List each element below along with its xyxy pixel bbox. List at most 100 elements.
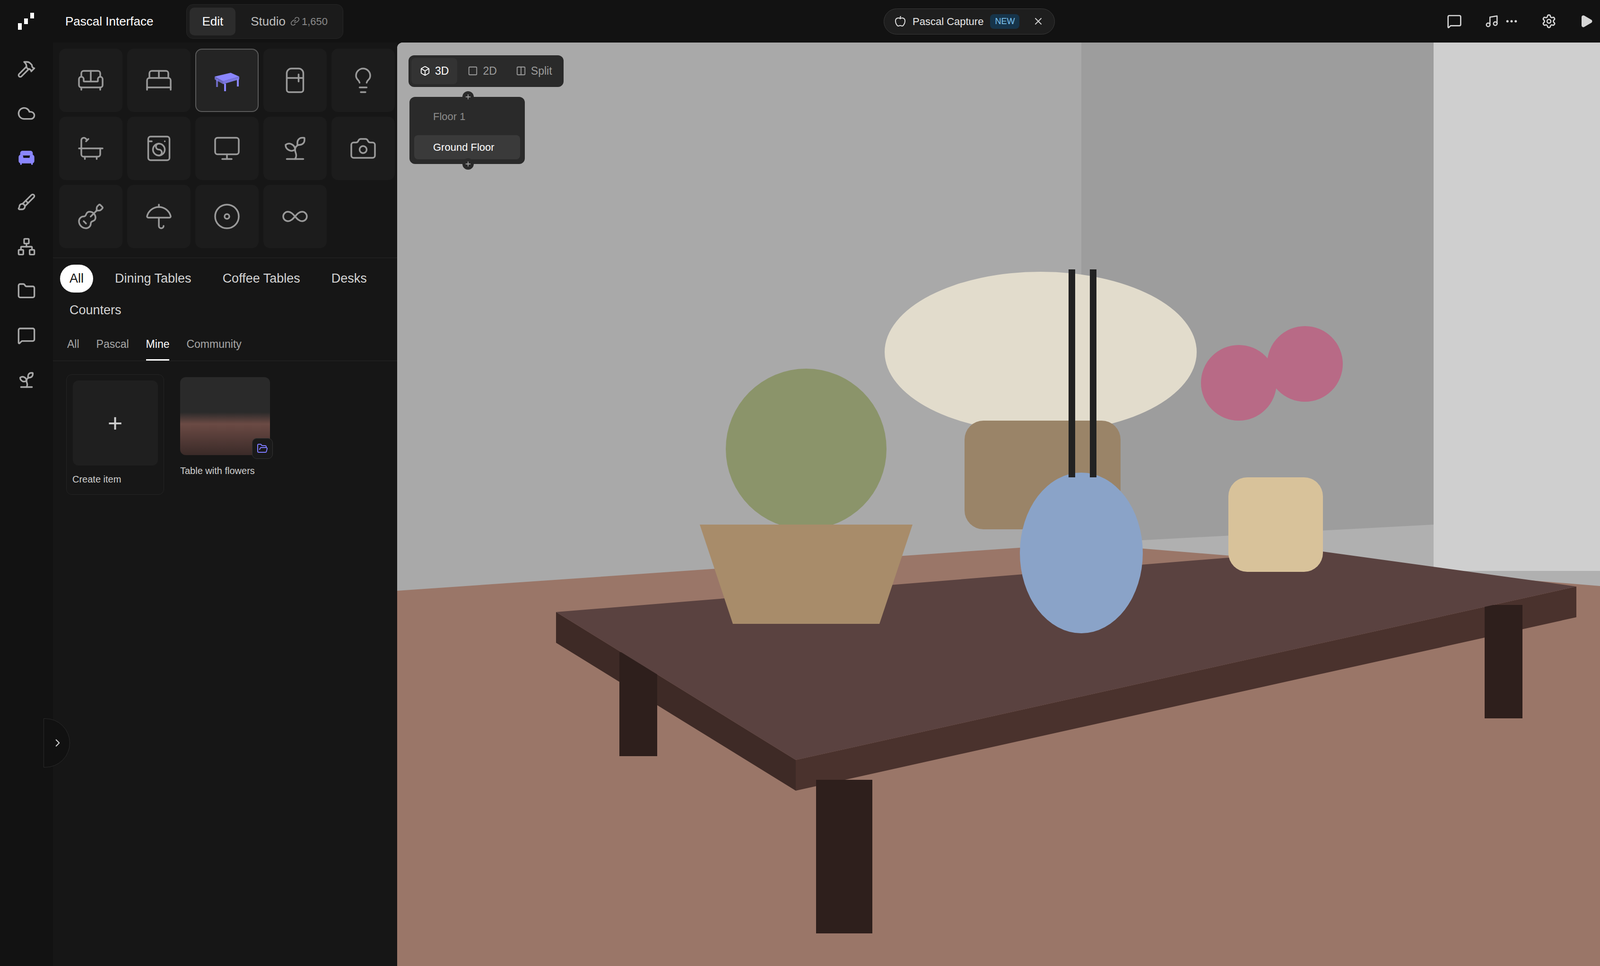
rail-item[interactable] <box>12 100 41 127</box>
catalog-tile[interactable] <box>127 184 191 249</box>
close-icon[interactable] <box>1032 15 1044 27</box>
hammer-icon <box>17 59 36 79</box>
top-left: Pascal Interface EditStudio1,650 <box>0 4 884 39</box>
studio-count: 1,650 <box>290 13 328 30</box>
mode-tab[interactable]: Edit <box>189 7 236 36</box>
catalog-tile[interactable] <box>195 184 259 249</box>
catalog-tile[interactable] <box>331 116 395 181</box>
network-icon <box>17 237 36 257</box>
link-icon <box>290 16 300 27</box>
floor-item[interactable]: Floor 1 <box>414 104 521 129</box>
apple-icon <box>894 15 906 27</box>
category-tabs: All Dining Tables Coffee Tables Desks Counte… <box>52 257 398 330</box>
catalog-tile[interactable] <box>127 116 191 181</box>
catalog-tile[interactable] <box>195 116 259 181</box>
catalog-tile[interactable] <box>59 116 123 181</box>
app-window: Pascal Interface EditStudio1,650 Pascal Ca… <box>0 0 1600 966</box>
folder-icon <box>17 281 36 301</box>
lightbulb-icon <box>348 66 378 95</box>
rail-item[interactable] <box>12 366 41 394</box>
source-tab[interactable]: Mine <box>146 329 170 361</box>
category-tab[interactable]: Counters <box>60 296 131 325</box>
view-mode-button[interactable]: 2D <box>459 58 505 85</box>
catalog-tile[interactable] <box>263 184 327 249</box>
add-floor-top[interactable] <box>462 91 474 103</box>
new-badge: NEW <box>990 14 1020 29</box>
category-tab[interactable]: Coffee Tables <box>213 264 310 293</box>
chat-icon <box>17 326 36 346</box>
catalog-tile[interactable] <box>59 48 123 113</box>
more-icon[interactable] <box>1504 14 1519 29</box>
plant-icon <box>280 134 310 163</box>
comment-icon[interactable] <box>1446 13 1462 29</box>
furniture-icon <box>17 148 36 168</box>
viewport[interactable]: 3D2DSplit Floor 1 Ground Floor <box>397 42 1600 966</box>
folder-icon <box>256 443 269 455</box>
item-thumbnail <box>180 377 270 456</box>
plus-icon <box>464 160 472 168</box>
top-right <box>1054 13 1600 29</box>
rail-item[interactable] <box>12 278 41 305</box>
catalog-tile[interactable] <box>195 48 259 113</box>
view-mode-toggle: 3D2DSplit <box>408 55 564 87</box>
brush-icon <box>17 192 36 212</box>
source-tab[interactable]: All <box>67 329 80 361</box>
play-icon[interactable] <box>1579 14 1594 29</box>
plus-symbol: + <box>107 410 123 436</box>
view-mode-button[interactable]: 3D <box>411 58 458 85</box>
catalog-tile[interactable] <box>263 116 327 181</box>
view-mode-button[interactable]: Split <box>507 58 561 85</box>
capture-pill[interactable]: Pascal CaptureNEW <box>883 8 1055 35</box>
item-list: +Create itemTable with flowers <box>52 361 398 496</box>
umbrella-icon <box>144 202 174 231</box>
catalog-tile[interactable] <box>263 48 327 113</box>
chevron-right-icon <box>51 737 64 750</box>
infinity-icon <box>280 202 310 231</box>
disc-icon <box>212 202 242 231</box>
view-mode-icon <box>515 65 527 77</box>
bed-icon <box>144 66 174 95</box>
body: All Dining Tables Coffee Tables Desks Counte… <box>0 42 1600 966</box>
source-tab[interactable]: Community <box>186 329 242 361</box>
mode-tab[interactable]: Studio1,650 <box>238 7 340 36</box>
gear-icon[interactable] <box>1541 13 1557 29</box>
catalog-tile[interactable] <box>331 48 395 113</box>
rail-item[interactable] <box>12 144 41 172</box>
category-tab[interactable]: All <box>60 264 94 293</box>
view-mode-icon <box>467 65 479 77</box>
rail-item[interactable] <box>12 55 41 83</box>
washer-icon <box>144 134 174 163</box>
rail-item[interactable] <box>12 189 41 216</box>
guitar-icon <box>76 202 105 231</box>
monitor-icon <box>212 134 242 163</box>
floor-item[interactable]: Ground Floor <box>414 135 521 160</box>
top-bar: Pascal Interface EditStudio1,650 Pascal Ca… <box>0 0 1600 43</box>
logo-icon[interactable] <box>0 10 53 32</box>
source-tab[interactable]: Pascal <box>96 329 130 361</box>
sprout-icon <box>17 370 36 390</box>
rail-item[interactable] <box>12 233 41 261</box>
rail-item[interactable] <box>12 322 41 349</box>
category-tab[interactable]: Dining Tables <box>105 264 201 293</box>
scene-render <box>397 42 1600 966</box>
floor-panel: Floor 1 Ground Floor <box>409 96 525 165</box>
catalog-tile[interactable] <box>127 48 191 113</box>
table-icon <box>211 65 243 96</box>
item-card[interactable]: Table with flowers <box>177 374 282 496</box>
collapse-button[interactable] <box>43 718 70 768</box>
plus-icon <box>464 93 472 101</box>
category-tab[interactable]: Desks <box>321 264 377 293</box>
view-mode-icon <box>419 65 431 77</box>
cloud-icon <box>17 104 36 123</box>
icon-rail <box>0 42 53 966</box>
fridge-icon <box>280 66 310 95</box>
music-icon[interactable] <box>1484 14 1499 29</box>
camera-icon <box>348 134 378 163</box>
create-item-card[interactable]: +Create item <box>66 374 165 496</box>
app-title: Pascal Interface <box>65 12 154 31</box>
sofa-icon <box>76 66 105 95</box>
catalog-tile[interactable] <box>59 184 123 249</box>
catalog-panel: All Dining Tables Coffee Tables Desks Counte… <box>52 42 398 966</box>
mode-tabs: EditStudio1,650 <box>186 4 344 39</box>
add-floor-bottom[interactable] <box>462 158 474 170</box>
